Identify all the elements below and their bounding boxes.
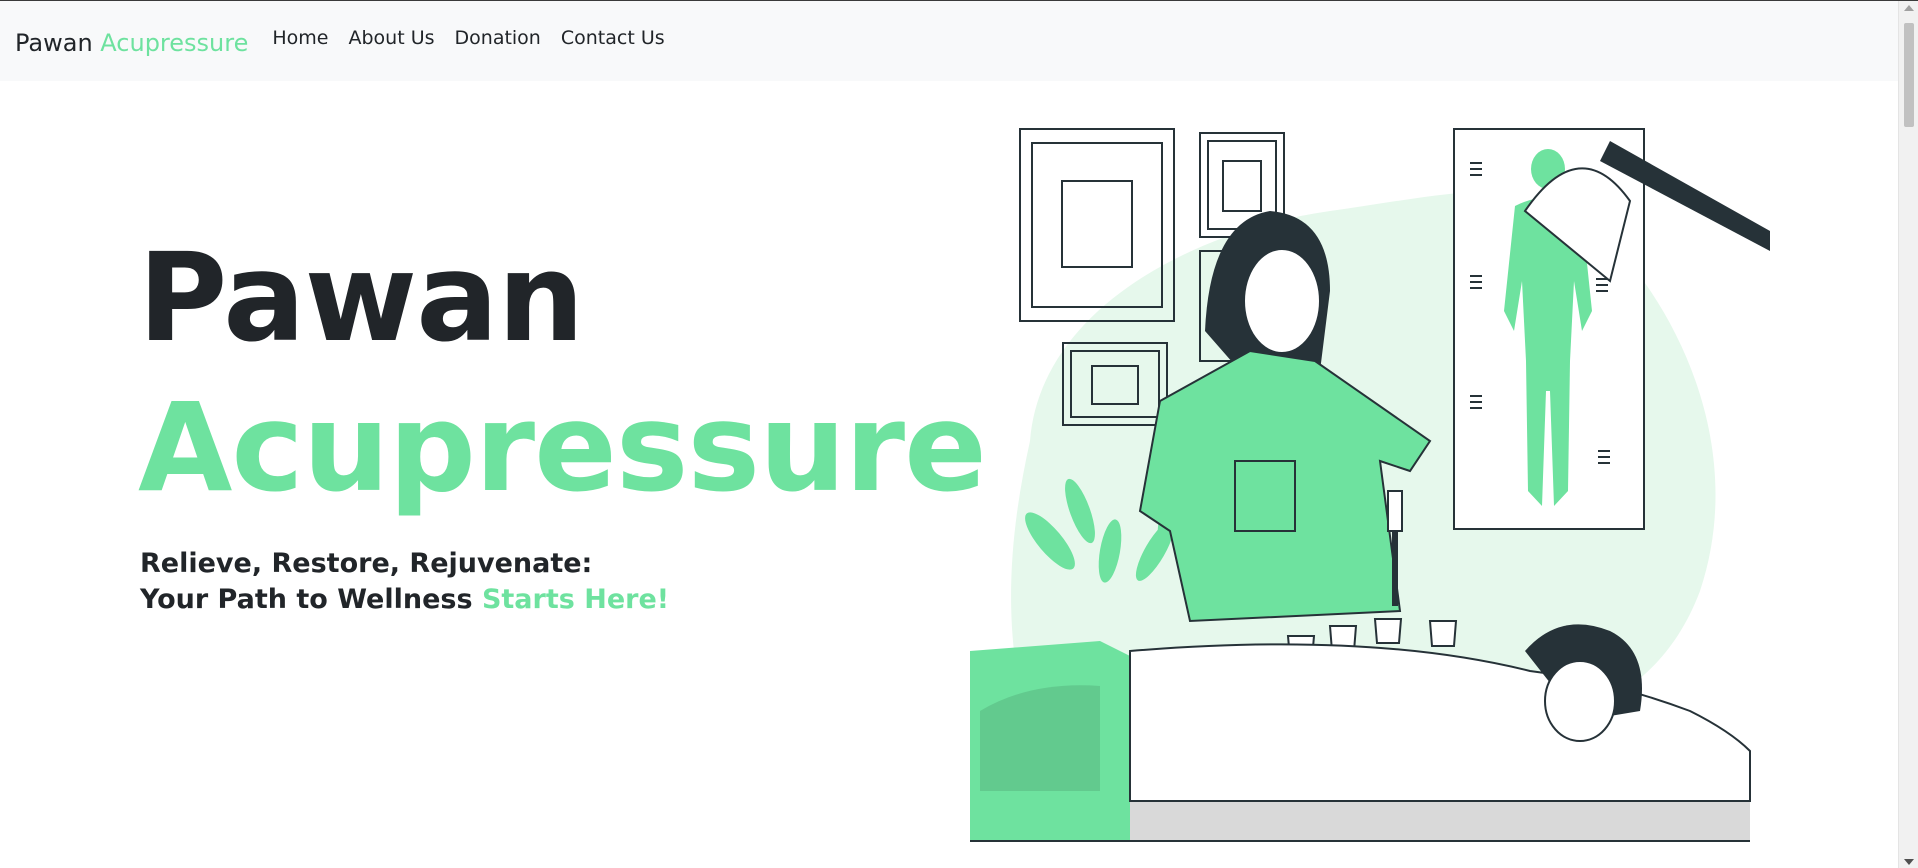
- hero-tagline: Relieve, Restore, Rejuvenate: Your Path …: [140, 546, 669, 618]
- acupressure-therapy-illustration: [970, 128, 1770, 842]
- nav-link-home[interactable]: Home: [262, 27, 338, 49]
- brand-name-part1: Pawan: [15, 29, 93, 57]
- vertical-scrollbar[interactable]: [1898, 1, 1918, 868]
- nav-link-donation[interactable]: Donation: [445, 27, 551, 49]
- tagline-line2-accent: Starts Here!: [481, 584, 670, 615]
- navbar: Pawan Acupressure Home About Us Donation…: [0, 1, 1898, 81]
- hero-title-line1: Pawan: [138, 227, 584, 369]
- nav-link-contact-us[interactable]: Contact Us: [551, 27, 675, 49]
- brand-name-part2: Acupressure: [100, 29, 249, 57]
- nav-links: Home About Us Donation Contact Us: [262, 27, 674, 49]
- page: Pawan Acupressure Home About Us Donation…: [0, 0, 1918, 868]
- scroll-down-arrow-icon[interactable]: [1904, 859, 1914, 865]
- brand-logo[interactable]: Pawan Acupressure: [15, 29, 248, 57]
- hero-title: Pawan Acupressure: [138, 223, 987, 523]
- tagline-line2-prefix: Your Path to Wellness: [140, 584, 473, 615]
- tagline-line1: Relieve, Restore, Rejuvenate:: [140, 548, 593, 579]
- hero-title-line2: Acupressure: [138, 377, 987, 519]
- scroll-up-arrow-icon[interactable]: [1904, 5, 1914, 11]
- nav-link-about-us[interactable]: About Us: [338, 27, 444, 49]
- scrollbar-thumb[interactable]: [1904, 23, 1914, 127]
